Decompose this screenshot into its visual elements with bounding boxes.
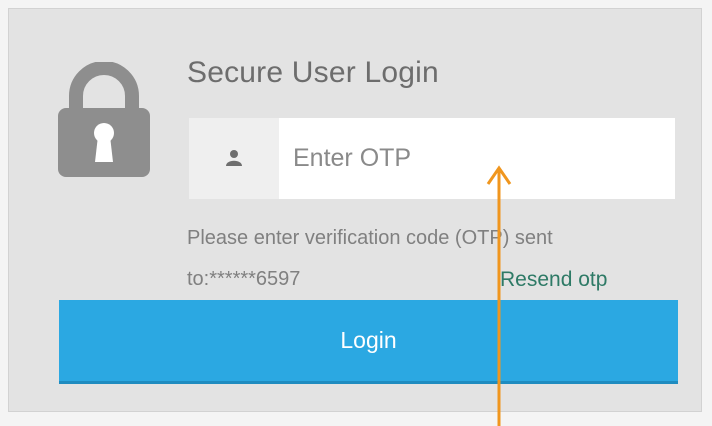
otp-help-text: Please enter verification code (OTP) sen… (187, 227, 553, 249)
masked-phone-text: to:******6597 (187, 268, 301, 290)
user-icon-addon (189, 118, 279, 199)
login-panel: Secure User Login Please enter verificat… (8, 8, 702, 412)
user-icon (226, 150, 242, 166)
login-button[interactable]: Login (59, 300, 678, 384)
lock-icon (58, 62, 150, 177)
otp-input-group (189, 118, 675, 199)
otp-input[interactable] (279, 118, 675, 199)
resend-otp-link[interactable]: Resend otp (500, 268, 607, 292)
page-title: Secure User Login (187, 56, 439, 89)
